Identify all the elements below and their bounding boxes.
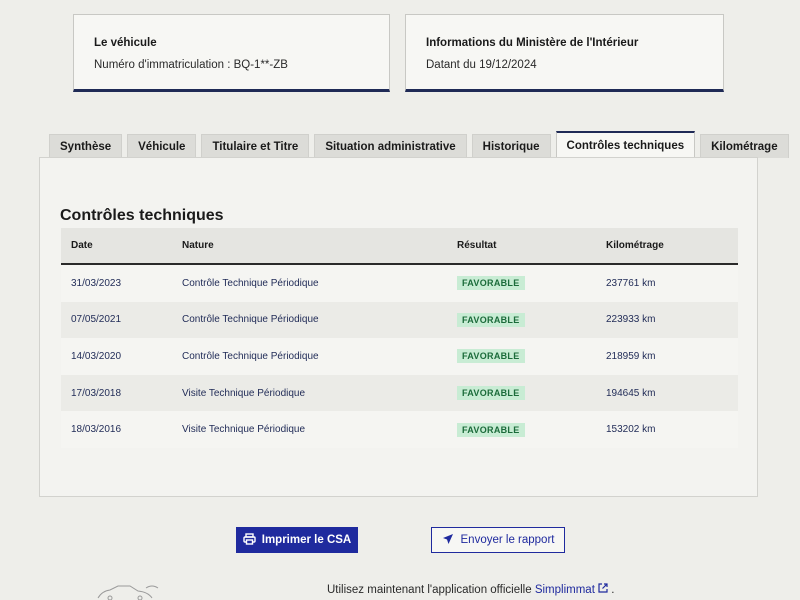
ministry-info-card: Informations du Ministère de l'Intérieur… [405, 14, 724, 92]
printer-icon [243, 532, 256, 548]
table-row: 07/05/2021 Contrôle Technique Périodique… [61, 301, 738, 339]
row-nature: Visite Technique Périodique [182, 387, 306, 399]
car-illustration [96, 583, 160, 600]
simplimmat-link[interactable]: Simplimmat [535, 584, 595, 596]
result-badge: FAVORABLE [457, 422, 525, 437]
tab-panel: Contrôles techniques Date Nature Résulta… [39, 157, 758, 497]
table-row: 14/03/2020 Contrôle Technique Périodique… [61, 338, 738, 375]
row-mileage: 223933 km [606, 314, 656, 326]
ministry-card-title: Informations du Ministère de l'Intérieur [426, 37, 639, 49]
footer-note: Utilisez maintenant l'application offici… [327, 583, 615, 596]
table-row: 17/03/2018 Visite Technique Périodique F… [61, 374, 738, 412]
row-mileage: 194645 km [606, 387, 656, 399]
registration-number: Numéro d'immatriculation : BQ-1**-ZB [94, 59, 288, 71]
row-nature: Contrôle Technique Périodique [182, 314, 319, 326]
footer-end: . [611, 584, 615, 596]
row-nature: Contrôle Technique Périodique [182, 277, 319, 289]
column-header-date: Date [71, 240, 93, 251]
tab-titulaire-titre[interactable]: Titulaire et Titre [201, 134, 310, 158]
table-header: Date Nature Résultat Kilométrage [61, 228, 738, 265]
row-date: 14/03/2020 [71, 350, 122, 362]
print-csa-label: Imprimer le CSA [261, 534, 352, 546]
table-row: 31/03/2023 Contrôle Technique Périodique… [61, 265, 738, 302]
row-date: 07/05/2021 [71, 314, 122, 326]
result-badge: FAVORABLE [457, 386, 525, 401]
tab-synthese[interactable]: Synthèse [49, 134, 123, 158]
send-report-label: Envoyer le rapport [460, 534, 555, 546]
result-badge: FAVORABLE [457, 276, 525, 291]
send-report-button[interactable]: Envoyer le rapport [431, 527, 565, 553]
section-title: Contrôles techniques [60, 207, 224, 224]
tab-kilometrage[interactable]: Kilométrage [700, 134, 789, 158]
row-date: 31/03/2023 [71, 277, 122, 289]
paper-plane-icon [442, 533, 454, 548]
row-nature: Contrôle Technique Périodique [182, 350, 319, 362]
table-row: 18/03/2016 Visite Technique Périodique F… [61, 411, 738, 448]
row-mileage: 218959 km [606, 350, 656, 362]
result-badge: FAVORABLE [457, 349, 525, 364]
column-header-result: Résultat [457, 240, 497, 251]
row-mileage: 237761 km [606, 277, 656, 289]
vehicle-info-card: Le véhicule Numéro d'immatriculation : B… [73, 14, 390, 92]
row-date: 17/03/2018 [71, 387, 122, 399]
tab-historique[interactable]: Historique [471, 134, 551, 158]
column-header-nature: Nature [182, 240, 214, 251]
column-header-mileage: Kilométrage [606, 240, 664, 251]
tab-vehicule[interactable]: Véhicule [127, 134, 197, 158]
footer-text: Utilisez maintenant l'application offici… [327, 584, 535, 596]
tab-situation-administrative[interactable]: Situation administrative [314, 134, 467, 158]
row-nature: Visite Technique Périodique [182, 424, 306, 436]
row-date: 18/03/2016 [71, 424, 122, 436]
vehicle-card-title: Le véhicule [94, 37, 157, 49]
print-csa-button[interactable]: Imprimer le CSA [236, 527, 358, 553]
external-link-icon [598, 583, 611, 596]
inspections-table: Date Nature Résultat Kilométrage 31/03/2… [61, 228, 738, 448]
tab-controles-techniques[interactable]: Contrôles techniques [555, 131, 696, 158]
tab-bar: Synthèse Véhicule Titulaire et Titre Sit… [49, 131, 789, 158]
data-date: Datant du 19/12/2024 [426, 59, 537, 71]
row-mileage: 153202 km [606, 424, 656, 436]
result-badge: FAVORABLE [457, 312, 525, 327]
